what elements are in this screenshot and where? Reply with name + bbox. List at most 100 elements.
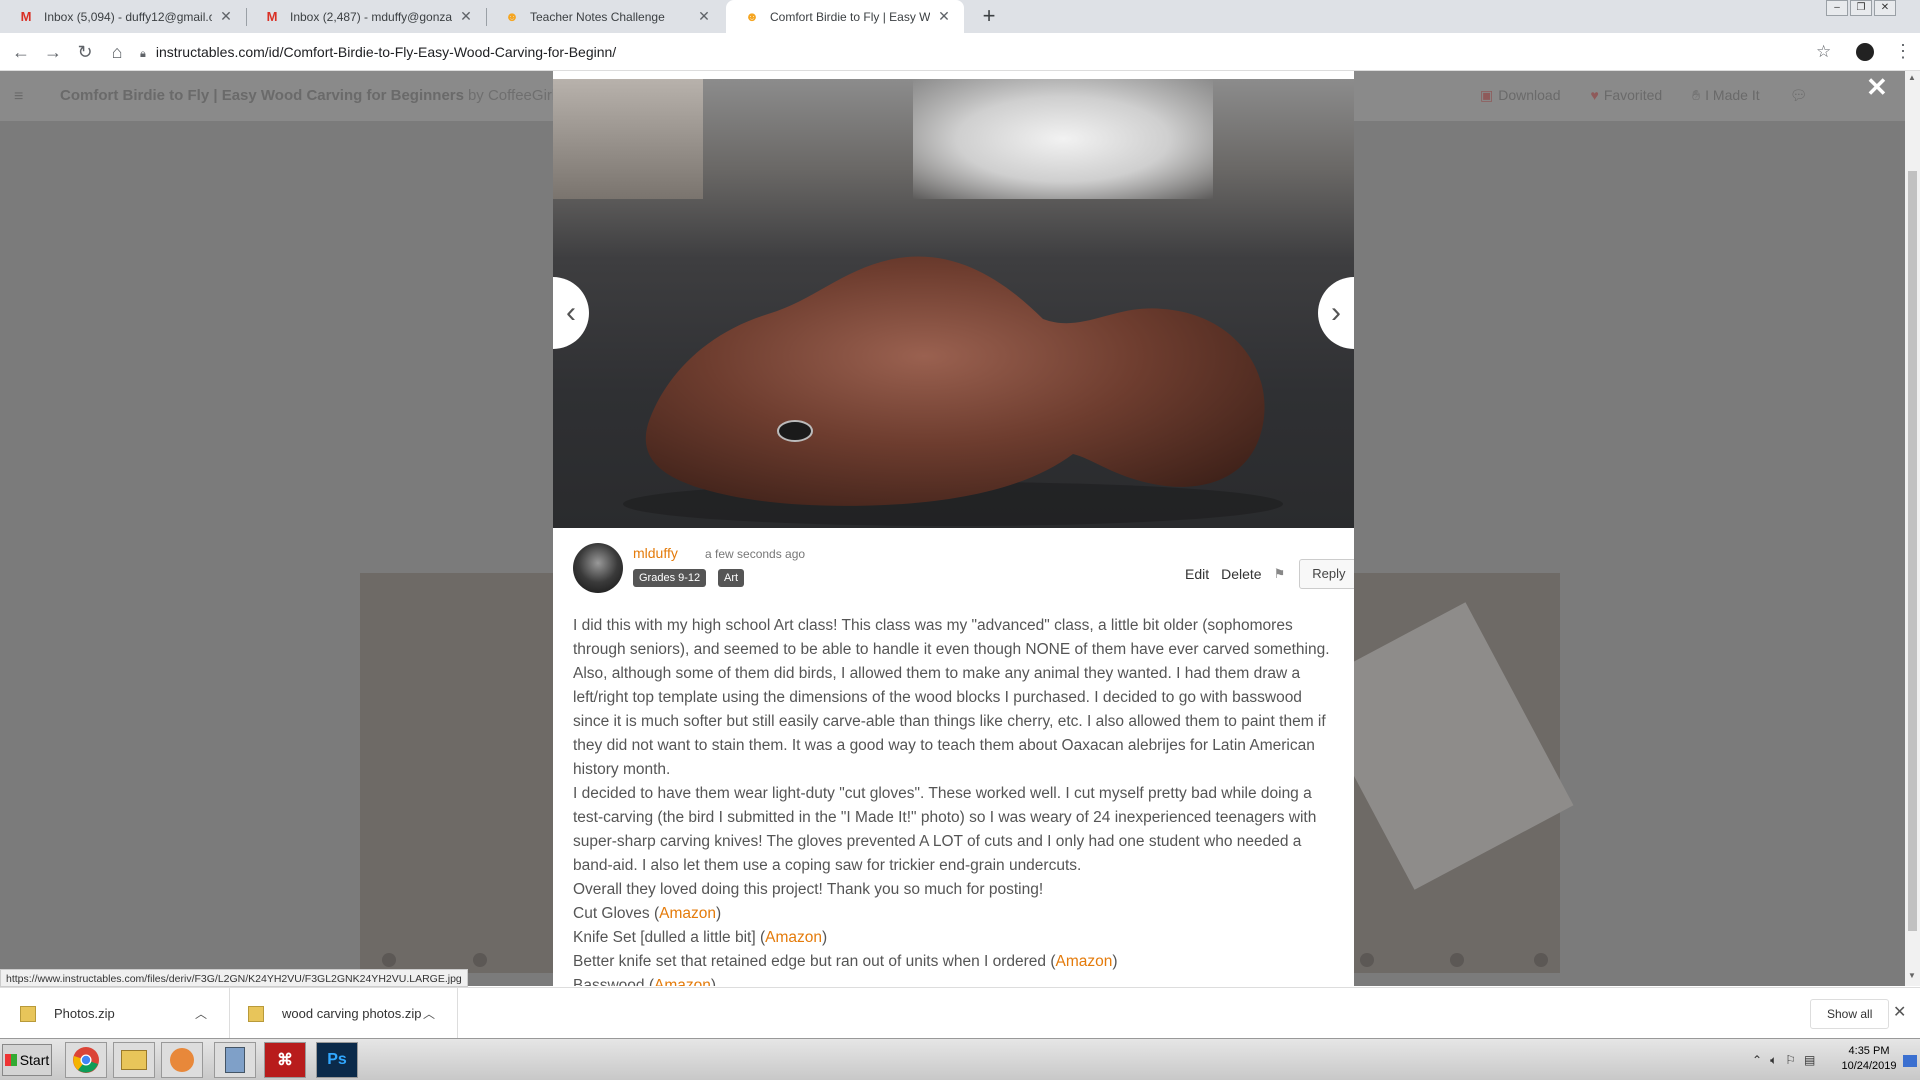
link-line-text: Cut Gloves ( bbox=[573, 905, 660, 922]
badge-grade[interactable]: Grades 9-12 bbox=[633, 569, 707, 587]
link-line-basswood: Basswood (Amazon) bbox=[573, 974, 1333, 986]
link-line-knife-set: Knife Set [dulled a little bit] (Amazon) bbox=[573, 926, 1333, 950]
gmail-icon: M bbox=[20, 9, 32, 24]
tab-strip: M Inbox (5,094) - duffy12@gmail.com ✕ M … bbox=[0, 0, 1920, 33]
pdf-icon: ▣ bbox=[1480, 87, 1494, 103]
browser-toolbar: ← → ↻ ⌂ 🔒︎ instructables.com/id/Comfort-B… bbox=[0, 33, 1920, 71]
amazon-link[interactable]: Amazon bbox=[765, 929, 822, 946]
page-scrollbar[interactable]: ▲ ▼ bbox=[1905, 71, 1920, 986]
comment-timestamp: a few seconds ago bbox=[705, 547, 806, 561]
calculator-icon[interactable] bbox=[214, 1042, 256, 1078]
link-line-text: Basswood ( bbox=[573, 977, 654, 986]
window-controls: – ❐ ✕ bbox=[1824, 0, 1896, 16]
tab-title: Inbox (5,094) - duffy12@gmail.com bbox=[44, 9, 212, 24]
download-shelf: Photos.zip ︿ wood carving photos.zip ︿ S… bbox=[0, 987, 1920, 1039]
close-icon[interactable]: ✕ bbox=[1893, 1002, 1906, 1022]
delete-link[interactable]: Delete bbox=[1221, 566, 1261, 582]
comment-paragraph: Overall they loved doing this project! T… bbox=[573, 881, 1044, 898]
close-tab-icon[interactable]: ✕ bbox=[458, 8, 474, 25]
tab-title: Inbox (2,487) - mduffy@gonzaga.org bbox=[290, 9, 452, 24]
show-hidden-icons-icon[interactable]: ⌃ bbox=[1752, 1053, 1762, 1067]
calculator-shape bbox=[225, 1047, 245, 1073]
file-explorer-icon[interactable] bbox=[113, 1042, 155, 1078]
link-line-close: ) bbox=[822, 929, 828, 946]
profile-avatar[interactable] bbox=[1856, 43, 1874, 61]
carved-animal-figure bbox=[623, 256, 1283, 526]
browser-menu-icon[interactable]: ⋮ bbox=[1894, 41, 1912, 62]
chevron-up-icon[interactable]: ︿ bbox=[423, 1005, 435, 1022]
tab-title: Comfort Birdie to Fly | Easy Wood Carvin… bbox=[770, 9, 930, 24]
instructables-icon: ☻ bbox=[505, 9, 519, 24]
download-filename: Photos.zip bbox=[54, 1006, 115, 1021]
chrome-icon[interactable] bbox=[65, 1042, 107, 1078]
back-button[interactable]: ← bbox=[10, 41, 32, 63]
reload-button[interactable]: ↻ bbox=[74, 41, 96, 63]
comment-username[interactable]: mlduffy bbox=[633, 545, 678, 561]
url-text: instructables.com/id/Comfort-Birdie-to-F… bbox=[155, 44, 617, 60]
download-item[interactable]: Photos.zip ︿ bbox=[0, 988, 230, 1039]
acrobat-icon[interactable]: ⌘ bbox=[264, 1042, 306, 1078]
scroll-up-icon[interactable]: ▲ bbox=[1908, 73, 1916, 82]
link-line-text: Better knife set that retained edge but … bbox=[573, 953, 1056, 970]
tab-gmail-personal[interactable]: M Inbox (5,094) - duffy12@gmail.com ✕ bbox=[0, 0, 246, 33]
comments-icon[interactable]: 💬︎ bbox=[1790, 87, 1808, 104]
flag-icon[interactable]: ⚐ bbox=[1785, 1053, 1796, 1067]
tab-comfort-birdie[interactable]: ☻ Comfort Birdie to Fly | Easy Wood Carv… bbox=[726, 0, 964, 33]
minimize-icon[interactable]: – bbox=[1826, 0, 1848, 16]
comment-photo[interactable]: ‹ › bbox=[553, 79, 1354, 528]
link-line-close: ) bbox=[716, 905, 722, 922]
amazon-link[interactable]: Amazon bbox=[1056, 953, 1113, 970]
carousel-dot bbox=[382, 953, 396, 967]
photoshop-icon[interactable]: Ps bbox=[316, 1042, 358, 1078]
address-bar[interactable]: 🔒︎ instructables.com/id/Comfort-Birdie-to… bbox=[140, 39, 1780, 65]
bookmark-star-icon[interactable]: ☆ bbox=[1816, 42, 1831, 62]
page-title: Comfort Birdie to Fly | Easy Wood Carvin… bbox=[60, 87, 586, 104]
tab-gmail-work[interactable]: M Inbox (2,487) - mduffy@gonzaga.org ✕ bbox=[246, 0, 486, 33]
amazon-link[interactable]: Amazon bbox=[654, 977, 711, 986]
favorited-button[interactable]: ♥ Favorited bbox=[1591, 87, 1663, 104]
link-line-close: ) bbox=[1112, 953, 1118, 970]
reply-button[interactable]: Reply bbox=[1299, 559, 1354, 589]
download-button[interactable]: ▣ Download bbox=[1480, 87, 1561, 104]
page-title-text: Comfort Birdie to Fly | Easy Wood Carvin… bbox=[60, 87, 464, 104]
close-window-icon[interactable]: ✕ bbox=[1874, 0, 1896, 16]
volume-icon[interactable]: 🔈︎ bbox=[1770, 1053, 1777, 1068]
i-made-it-button[interactable]: ✋︎ I Made It bbox=[1692, 87, 1759, 104]
avatar[interactable] bbox=[573, 543, 623, 593]
page-actions: ▣ Download ♥ Favorited ✋︎ I Made It 💬︎ bbox=[1480, 87, 1807, 104]
zip-file-icon bbox=[20, 1005, 36, 1022]
flag-icon[interactable]: ⚑ bbox=[1274, 566, 1286, 582]
chevron-up-icon[interactable]: ︿ bbox=[195, 1005, 207, 1022]
network-icon[interactable]: ▤ bbox=[1804, 1053, 1815, 1067]
tab-title: Teacher Notes Challenge bbox=[530, 9, 665, 24]
hamburger-menu-icon[interactable]: ≡ bbox=[14, 88, 23, 106]
start-button[interactable]: Start bbox=[2, 1044, 52, 1076]
lock-icon: 🔒︎ bbox=[140, 48, 146, 60]
download-label: Download bbox=[1498, 87, 1561, 103]
new-tab-button[interactable]: + bbox=[978, 5, 1000, 27]
status-url: https://www.instructables.com/files/deri… bbox=[0, 969, 468, 987]
download-item[interactable]: wood carving photos.zip ︿ bbox=[230, 988, 458, 1039]
forward-button[interactable]: → bbox=[42, 41, 64, 63]
media-player-icon[interactable] bbox=[161, 1042, 203, 1078]
close-tab-icon[interactable]: ✕ bbox=[936, 8, 952, 25]
folder-shape bbox=[121, 1050, 147, 1070]
show-desktop-icon[interactable] bbox=[1903, 1055, 1917, 1067]
windows-logo-icon bbox=[4, 1054, 17, 1066]
close-tab-icon[interactable]: ✕ bbox=[218, 8, 234, 25]
close-overlay-icon[interactable]: ✕ bbox=[1866, 72, 1888, 103]
show-all-button[interactable]: Show all bbox=[1810, 999, 1890, 1029]
photoshop-label: Ps bbox=[327, 1051, 347, 1068]
close-tab-icon[interactable]: ✕ bbox=[696, 8, 712, 25]
edit-link[interactable]: Edit bbox=[1185, 566, 1209, 582]
badge-category[interactable]: Art bbox=[718, 569, 745, 587]
clock[interactable]: 4:35 PM 10/24/2019 bbox=[1838, 1044, 1900, 1074]
home-button[interactable]: ⌂ bbox=[106, 41, 128, 63]
scrollbar-thumb[interactable] bbox=[1908, 171, 1917, 931]
amazon-link[interactable]: Amazon bbox=[659, 905, 716, 922]
restore-icon[interactable]: ❐ bbox=[1850, 0, 1872, 16]
tab-teacher-notes[interactable]: ☻ Teacher Notes Challenge ✕ bbox=[486, 0, 724, 33]
i-made-it-label: I Made It bbox=[1705, 87, 1760, 103]
scroll-down-icon[interactable]: ▼ bbox=[1908, 971, 1916, 980]
zip-file-icon bbox=[248, 1005, 264, 1022]
